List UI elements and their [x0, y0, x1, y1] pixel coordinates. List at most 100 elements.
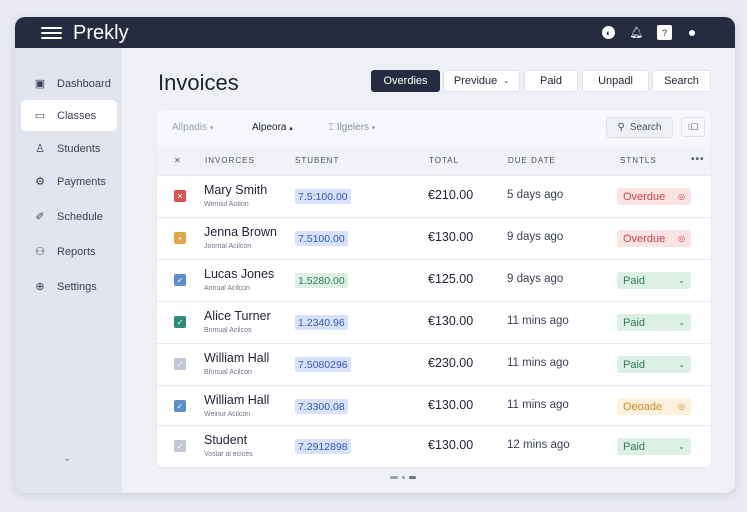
col-due-date[interactable]: DUE DATE [508, 156, 556, 165]
col-status[interactable]: STNTLS [620, 156, 657, 165]
row-checkbox[interactable]: ✓ [174, 358, 186, 370]
sidebar-item-students[interactable]: ♙ Students [21, 133, 117, 164]
invoice-total: €130.00 [428, 230, 474, 244]
schedule-icon: ✐ [35, 211, 45, 223]
status-badge[interactable]: Paid ⌄ [617, 356, 691, 373]
invoice-code: 7.5100.00 [295, 231, 348, 246]
sidebar-item-dashboard[interactable]: ▣ Dashboard [21, 68, 117, 99]
filter-1-label: Allpadis [172, 122, 208, 133]
filter-dropdown-3[interactable]: ⌶ Ilgelers ▾ [328, 122, 375, 133]
table-row[interactable]: ✕ Mary Smith Wemiul Aotion 7.5:100.00 €2… [157, 175, 711, 217]
bell-icon[interactable]: 🔔︎ [630, 26, 644, 39]
sidebar-item-label: Reports [57, 245, 96, 258]
filter-3-label: Ilgelers [336, 122, 370, 133]
table-search-input[interactable]: ⚲ Search [606, 117, 673, 138]
more-options-icon[interactable]: ••• [691, 154, 705, 165]
clock-icon: ◎ [678, 402, 685, 411]
sidebar-item-label: Settings [57, 280, 97, 293]
row-checkbox[interactable]: ▪ [174, 232, 186, 244]
status-badge[interactable]: Paid ⌄ [617, 314, 691, 331]
filter-2-label: Alpeora [252, 122, 287, 133]
student-subtitle: Bhmual Acilcon [204, 369, 252, 376]
status-label: Paid [623, 440, 646, 453]
col-total[interactable]: TOTAL [429, 156, 459, 165]
sidebar-item-classes[interactable]: ▭ Classes [21, 100, 117, 131]
select-all-icon[interactable]: ✕ [174, 156, 181, 165]
filter-unpaid-button[interactable]: Unpadl [582, 70, 649, 92]
invoices-table-card: Allpadis ▾ Alpeora ▴ ⌶ Ilgelers ▾ ⚲ Searc… [157, 111, 711, 467]
student-name[interactable]: Mary Smith [204, 183, 267, 197]
student-name[interactable]: Jenna Brown [204, 225, 277, 239]
row-checkbox[interactable]: ✕ [174, 190, 186, 202]
student-name[interactable]: William Hall [204, 393, 269, 407]
filter-previous-button[interactable]: Previdue ⌄ [443, 70, 520, 92]
chevron-down-icon: ⌄ [503, 78, 510, 85]
student-subtitle: Wemiul Aotion [204, 201, 249, 208]
student-subtitle: Annual Acilcon [204, 285, 250, 292]
sidebar-item-settings[interactable]: ⊕ Settings [21, 271, 117, 302]
student-name[interactable]: William Hall [204, 351, 269, 365]
due-date: 5 days ago [507, 189, 564, 201]
student-subtitle: Vosiar al ecices [204, 451, 253, 458]
clock-icon: ◎ [678, 192, 685, 201]
invoice-code: 7.5080296 [295, 357, 351, 372]
settings-icon: ⊕ [35, 281, 45, 293]
help-icon[interactable]: ? [657, 25, 672, 40]
student-name[interactable]: Lucas Jones [204, 267, 274, 281]
table-row[interactable]: ✓ William Hall Bhmual Acilcon 7.5080296 … [157, 343, 711, 385]
status-badge[interactable]: Paid ⌄ [617, 438, 691, 455]
status-badge[interactable]: Overdue ◎ [617, 188, 691, 205]
dot-icon[interactable] [685, 26, 698, 39]
student-name[interactable]: Alice Turner [204, 309, 271, 323]
invoice-code: 1.5280.00 [295, 273, 348, 288]
status-label: Paid [623, 358, 646, 371]
invoice-code: 7.3300.08 [295, 399, 348, 414]
col-invoices[interactable]: INVORCES [205, 156, 255, 165]
status-label: Overdue [623, 190, 666, 203]
page-dot[interactable] [402, 476, 405, 479]
row-checkbox[interactable]: ✓ [174, 274, 186, 286]
table-row[interactable]: ✓ Lucas Jones Annual Acilcon 1.5280.00 €… [157, 259, 711, 301]
page-dot[interactable] [390, 476, 398, 479]
app-window: Prekly ◐ 🔔︎ ? ▣ Dashboard ▭ Classes ♙ Student… [15, 17, 735, 493]
filter-overdue-button[interactable]: Overdies [371, 70, 440, 92]
student-name[interactable]: Student [204, 433, 247, 447]
columns-toggle-button[interactable]: ⁝☐ [681, 117, 705, 137]
col-student[interactable]: STUBENT [295, 156, 339, 165]
top-bar: Prekly ◐ 🔔︎ ? [15, 17, 735, 48]
due-date: 11 mins ago [507, 399, 569, 411]
classes-icon: ▭ [34, 110, 46, 122]
row-checkbox[interactable]: ✓ [174, 400, 186, 412]
filter-dropdown-1[interactable]: Allpadis ▾ [172, 122, 213, 133]
dashboard-icon: ▣ [34, 78, 46, 90]
filter-dropdown-2[interactable]: Alpeora ▴ [252, 122, 293, 133]
row-checkbox[interactable]: ✓ [174, 440, 186, 452]
globe-icon[interactable]: ◐ [602, 26, 615, 39]
table-row[interactable]: ✓ Alice Turner Bnmual Acilcos 1.2340.96 … [157, 301, 711, 343]
chevron-down-icon: ⌄ [678, 276, 685, 285]
filter-paid-button[interactable]: Paid [524, 70, 578, 92]
table-row[interactable]: ✓ William Hall Weinur Acilcon 7.3300.08 … [157, 385, 711, 425]
collapse-chevron-icon[interactable]: ⌄ [63, 453, 71, 464]
search-button[interactable]: Search [652, 70, 711, 92]
filter-icon: ⌶ [328, 122, 334, 133]
page-dot-active[interactable] [409, 476, 416, 479]
menu-icon[interactable] [41, 27, 62, 39]
table-row[interactable]: ✓ Student Vosiar al ecices 7.2912898 €13… [157, 425, 711, 467]
table-row[interactable]: ▪ Jenna Brown Joornal Acilcon 7.5100.00 … [157, 217, 711, 259]
status-badge[interactable]: Oeoade ◎ [617, 398, 691, 415]
sidebar: ▣ Dashboard ▭ Classes ♙ Students ⚙ Payments ✐ Sch… [15, 48, 122, 493]
due-date: 11 mins ago [507, 315, 569, 327]
sidebar-item-label: Schedule [57, 210, 103, 223]
sidebar-item-payments[interactable]: ⚙ Payments [21, 166, 117, 197]
invoice-total: €130.00 [428, 438, 474, 452]
students-icon: ♙ [35, 143, 45, 155]
sidebar-item-label: Students [57, 142, 101, 155]
status-badge[interactable]: Overdue ◎ [617, 230, 691, 247]
sidebar-item-reports[interactable]: ⚇ Reports [21, 236, 117, 267]
chevron-down-icon: ⌄ [678, 318, 685, 327]
sidebar-item-schedule[interactable]: ✐ Schedule [21, 201, 117, 232]
due-date: 9 days ago [507, 231, 564, 243]
row-checkbox[interactable]: ✓ [174, 316, 186, 328]
status-badge[interactable]: Paid ⌄ [617, 272, 691, 289]
